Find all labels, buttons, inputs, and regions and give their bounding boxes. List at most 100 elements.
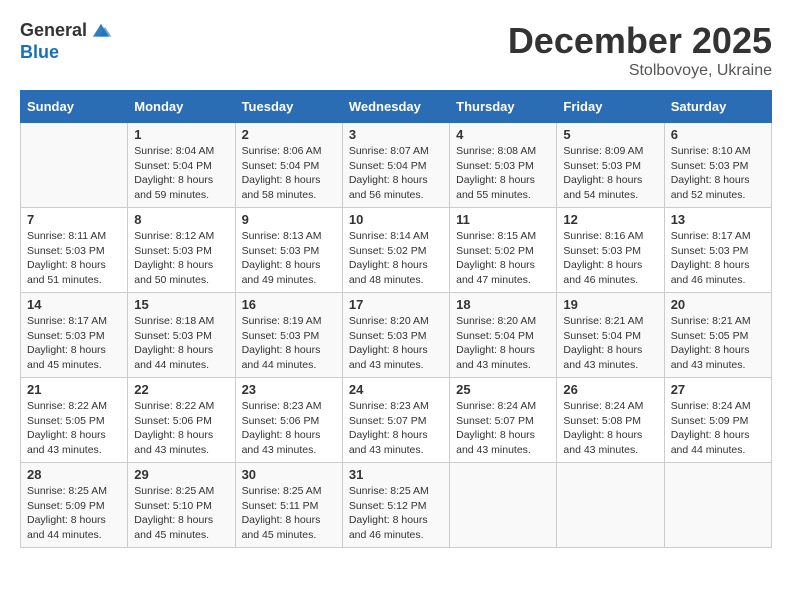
day-number: 4 [456,127,550,142]
month-title: December 2025 [508,20,772,62]
day-number: 6 [671,127,765,142]
logo-icon [89,21,113,41]
day-number: 29 [134,467,228,482]
day-number: 23 [242,382,336,397]
day-number: 19 [563,297,657,312]
calendar-cell: 18 Sunrise: 8:20 AMSunset: 5:04 PMDayligh… [450,293,557,378]
calendar-cell: 26Sunrise: 8:24 AMSunset: 5:08 PMDayligh… [557,378,664,463]
calendar-cell: 17 Sunrise: 8:20 AMSunset: 5:03 PMDayligh… [342,293,449,378]
day-number: 27 [671,382,765,397]
day-number: 24 [349,382,443,397]
weekday-header: Thursday [450,91,557,123]
day-info: Sunrise: 8:23 AMSunset: 5:07 PMDaylight:… [349,399,443,458]
calendar-cell [450,463,557,548]
calendar-cell: 3Sunrise: 8:07 AMSunset: 5:04 PMDaylight… [342,123,449,208]
calendar-cell: 5 Sunrise: 8:09 AMSunset: 5:03 PMDaylight… [557,123,664,208]
location-subtitle: Stolbovoye, Ukraine [508,62,772,80]
day-info: Sunrise: 8:22 AMSunset: 5:06 PMDaylight:… [134,399,228,458]
calendar-cell: 16Sunrise: 8:19 AMSunset: 5:03 PMDayligh… [235,293,342,378]
day-info: Sunrise: 8:04 AMSunset: 5:04 PMDaylight:… [134,144,228,203]
day-info: Sunrise: 8:17 AMSunset: 5:03 PMDaylight:… [671,229,765,288]
day-number: 16 [242,297,336,312]
weekday-header: Saturday [664,91,771,123]
calendar-cell: 15 Sunrise: 8:18 AMSunset: 5:03 PMDayligh… [128,293,235,378]
day-info: Sunrise: 8:24 AMSunset: 5:08 PMDaylight:… [563,399,657,458]
calendar-table: SundayMondayTuesdayWednesdayThursdayFrid… [20,90,772,548]
calendar-cell: 28 Sunrise: 8:25 AMSunset: 5:09 PMDayligh… [21,463,128,548]
day-info: Sunrise: 8:14 AMSunset: 5:02 PMDaylight:… [349,229,443,288]
day-number: 20 [671,297,765,312]
weekday-header: Tuesday [235,91,342,123]
day-number: 15 [134,297,228,312]
calendar-header-row: SundayMondayTuesdayWednesdayThursdayFrid… [21,91,772,123]
calendar-week-row: 1Sunrise: 8:04 AMSunset: 5:04 PMDaylight… [21,123,772,208]
calendar-cell: 29Sunrise: 8:25 AMSunset: 5:10 PMDayligh… [128,463,235,548]
calendar-week-row: 28 Sunrise: 8:25 AMSunset: 5:09 PMDayligh… [21,463,772,548]
logo-general: General [20,20,87,42]
calendar-cell: 14 Sunrise: 8:17 AMSunset: 5:03 PMDayligh… [21,293,128,378]
calendar-cell: 13 Sunrise: 8:17 AMSunset: 5:03 PMDayligh… [664,208,771,293]
calendar-cell: 31 Sunrise: 8:25 AMSunset: 5:12 PMDayligh… [342,463,449,548]
calendar-cell: 7Sunrise: 8:11 AMSunset: 5:03 PMDaylight… [21,208,128,293]
day-number: 25 [456,382,550,397]
calendar-cell: 23 Sunrise: 8:23 AMSunset: 5:06 PMDayligh… [235,378,342,463]
day-info: Sunrise: 8:11 AMSunset: 5:03 PMDaylight:… [27,229,121,288]
day-info: Sunrise: 8:24 AMSunset: 5:09 PMDaylight:… [671,399,765,458]
day-info: Sunrise: 8:17 AMSunset: 5:03 PMDaylight:… [27,314,121,373]
day-info: Sunrise: 8:07 AMSunset: 5:04 PMDaylight:… [349,144,443,203]
calendar-cell: 12 Sunrise: 8:16 AMSunset: 5:03 PMDayligh… [557,208,664,293]
day-info: Sunrise: 8:22 AMSunset: 5:05 PMDaylight:… [27,399,121,458]
day-info: Sunrise: 8:06 AMSunset: 5:04 PMDaylight:… [242,144,336,203]
day-number: 13 [671,212,765,227]
logo: General Blue [20,20,113,63]
day-number: 21 [27,382,121,397]
calendar-cell: 24 Sunrise: 8:23 AMSunset: 5:07 PMDayligh… [342,378,449,463]
calendar-cell [21,123,128,208]
calendar-cell: 30Sunrise: 8:25 AMSunset: 5:11 PMDayligh… [235,463,342,548]
calendar-week-row: 14 Sunrise: 8:17 AMSunset: 5:03 PMDayligh… [21,293,772,378]
day-info: Sunrise: 8:23 AMSunset: 5:06 PMDaylight:… [242,399,336,458]
day-info: Sunrise: 8:25 AMSunset: 5:09 PMDaylight:… [27,484,121,543]
weekday-header: Sunday [21,91,128,123]
calendar-cell: 9 Sunrise: 8:13 AMSunset: 5:03 PMDaylight… [235,208,342,293]
calendar-cell: 21 Sunrise: 8:22 AMSunset: 5:05 PMDayligh… [21,378,128,463]
day-number: 9 [242,212,336,227]
day-number: 31 [349,467,443,482]
day-number: 5 [563,127,657,142]
day-info: Sunrise: 8:20 AMSunset: 5:03 PMDaylight:… [349,314,443,373]
calendar-cell: 22Sunrise: 8:22 AMSunset: 5:06 PMDayligh… [128,378,235,463]
day-number: 8 [134,212,228,227]
day-info: Sunrise: 8:16 AMSunset: 5:03 PMDaylight:… [563,229,657,288]
weekday-header: Wednesday [342,91,449,123]
day-number: 14 [27,297,121,312]
day-info: Sunrise: 8:21 AMSunset: 5:05 PMDaylight:… [671,314,765,373]
calendar-cell: 6Sunrise: 8:10 AMSunset: 5:03 PMDaylight… [664,123,771,208]
day-info: Sunrise: 8:12 AMSunset: 5:03 PMDaylight:… [134,229,228,288]
day-number: 2 [242,127,336,142]
weekday-header: Friday [557,91,664,123]
day-number: 17 [349,297,443,312]
day-number: 11 [456,212,550,227]
calendar-cell: 11 Sunrise: 8:15 AMSunset: 5:02 PMDayligh… [450,208,557,293]
day-info: Sunrise: 8:24 AMSunset: 5:07 PMDaylight:… [456,399,550,458]
day-info: Sunrise: 8:25 AMSunset: 5:12 PMDaylight:… [349,484,443,543]
calendar-week-row: 7Sunrise: 8:11 AMSunset: 5:03 PMDaylight… [21,208,772,293]
day-info: Sunrise: 8:08 AMSunset: 5:03 PMDaylight:… [456,144,550,203]
day-number: 18 [456,297,550,312]
day-info: Sunrise: 8:15 AMSunset: 5:02 PMDaylight:… [456,229,550,288]
calendar-cell: 27 Sunrise: 8:24 AMSunset: 5:09 PMDayligh… [664,378,771,463]
calendar-week-row: 21 Sunrise: 8:22 AMSunset: 5:05 PMDayligh… [21,378,772,463]
calendar-cell: 19Sunrise: 8:21 AMSunset: 5:04 PMDayligh… [557,293,664,378]
day-info: Sunrise: 8:09 AMSunset: 5:03 PMDaylight:… [563,144,657,203]
day-info: Sunrise: 8:20 AMSunset: 5:04 PMDaylight:… [456,314,550,373]
logo-blue: Blue [20,42,59,62]
calendar-cell: 20 Sunrise: 8:21 AMSunset: 5:05 PMDayligh… [664,293,771,378]
calendar-cell: 8 Sunrise: 8:12 AMSunset: 5:03 PMDaylight… [128,208,235,293]
calendar-cell [664,463,771,548]
weekday-header: Monday [128,91,235,123]
day-info: Sunrise: 8:13 AMSunset: 5:03 PMDaylight:… [242,229,336,288]
day-number: 28 [27,467,121,482]
day-number: 12 [563,212,657,227]
day-info: Sunrise: 8:25 AMSunset: 5:11 PMDaylight:… [242,484,336,543]
day-info: Sunrise: 8:18 AMSunset: 5:03 PMDaylight:… [134,314,228,373]
